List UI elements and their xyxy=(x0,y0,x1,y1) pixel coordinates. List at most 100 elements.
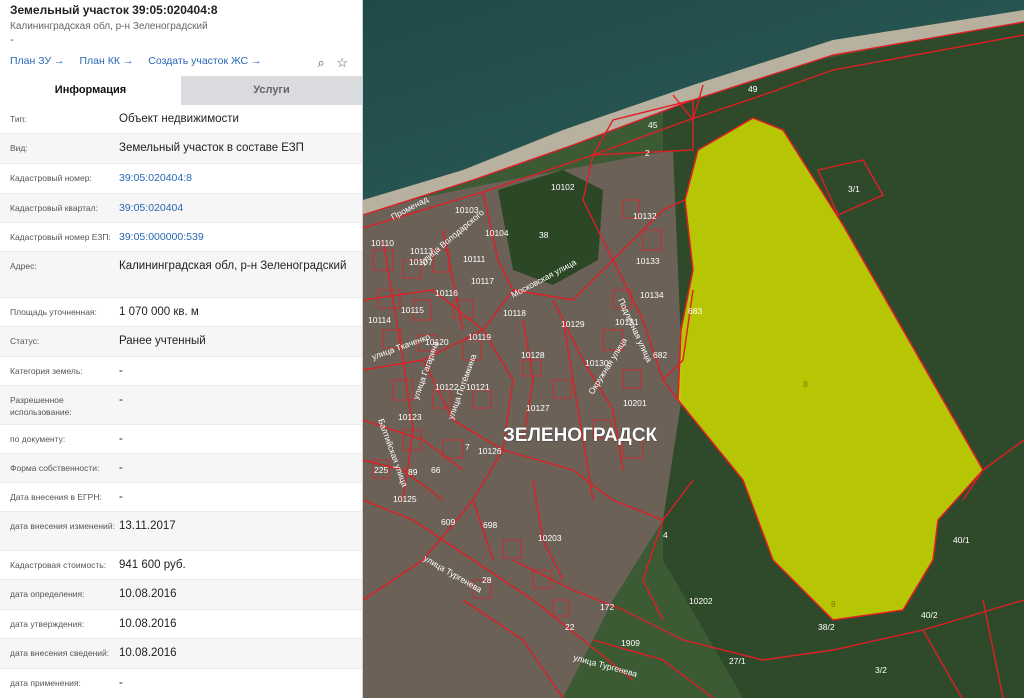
attribute-label: Кадастровая стоимость: xyxy=(10,560,107,570)
parcel-number-label: 89 xyxy=(408,467,418,477)
map-canvas[interactable]: 494523/188101021010310104 381013210133101… xyxy=(363,0,1024,698)
attribute-row: Статус: Ранее учтенный xyxy=(0,327,362,357)
parcel-number-label: 4 xyxy=(663,530,668,540)
attribute-value: - xyxy=(119,365,123,377)
attribute-value: Земельный участок в составе ЕЗП xyxy=(119,142,304,154)
attribute-value: 10.08.2016 xyxy=(119,618,177,630)
parcel-number-label: 172 xyxy=(600,602,614,612)
attribute-label: Форма собственности: xyxy=(10,463,100,473)
attribute-label: Адрес: xyxy=(10,261,37,271)
attribute-row: Вид: Земельный участок в составе ЕЗП xyxy=(0,134,362,164)
attribute-value: Калининградская обл, р-н Зеленоградский xyxy=(119,260,347,272)
attribute-value: 13.11.2017 xyxy=(119,520,176,532)
attribute-row: Адрес: Калининградская обл, р-н Зеленогра… xyxy=(0,252,362,298)
parcel-number-label: 10110 xyxy=(371,238,394,248)
attribute-value: 1 070 000 кв. м xyxy=(119,306,199,318)
parcel-number-label: 10104 xyxy=(485,228,509,238)
parcel-number-label: 698 xyxy=(483,520,497,530)
attribute-row: дата утверждения: 10.08.2016 xyxy=(0,610,362,639)
tab-services[interactable]: Услуги xyxy=(181,76,362,105)
parcel-number-label: 683 xyxy=(688,306,702,316)
parcel-number-label: 10129 xyxy=(561,319,585,329)
parcel-number-label: 1909 xyxy=(621,638,640,648)
tab-bar: Информация Услуги xyxy=(0,76,362,105)
parcel-number-label: 609 xyxy=(441,517,455,527)
attribute-label: Разрешенное использование: xyxy=(10,395,72,417)
parcel-number-label: 10118 xyxy=(503,308,526,318)
attribute-value: 10.08.2016 xyxy=(119,647,177,659)
plan-kk-link[interactable]: План КК → xyxy=(79,55,133,67)
attribute-value: 10.08.2016 xyxy=(119,588,177,600)
cadastral-map[interactable]: 49 45 2 3/1 8 8 10102 10103 10104 38 10132 10133 101… xyxy=(363,0,1024,698)
parcel-number-label: 10127 xyxy=(526,403,550,413)
attribute-label: дата внесения сведений: xyxy=(10,648,110,658)
parcel-number-label: 66 xyxy=(431,465,441,475)
parcel-number-label: 10117 xyxy=(471,276,494,286)
attribute-row: Площадь уточненная: 1 070 000 кв. м xyxy=(0,298,362,327)
parcel-number-label: 10128 xyxy=(521,350,545,360)
attribute-label: дата определения: xyxy=(10,589,85,599)
attribute-row: по документу: - xyxy=(0,425,362,454)
attribute-label: Вид: xyxy=(10,143,28,153)
parcel-number-label: 49 xyxy=(748,84,758,94)
create-parcel-link[interactable]: Создать участок ЖС → xyxy=(148,55,261,67)
parcel-number-label: 40/1 xyxy=(953,535,970,545)
parcel-number-label: 7 xyxy=(465,442,470,452)
attribute-row: Кадастровая стоимость: 941 600 руб. xyxy=(0,551,362,580)
parcel-number-label: 10119 xyxy=(468,332,491,342)
parcel-number-label: 10125 xyxy=(393,494,417,504)
parcel-number-label: 10134 xyxy=(640,290,664,300)
parcel-number-label: 10115 xyxy=(401,305,424,315)
document-search-icon[interactable]: ⌕ xyxy=(317,55,324,70)
parcel-number-label: 3/1 xyxy=(848,184,860,194)
attribute-row: дата внесения сведений: 10.08.2016 xyxy=(0,639,362,669)
attribute-row: дата внесения изменений: 13.11.2017 xyxy=(0,512,362,551)
attribute-row: Кадастровый номер: 39:05:020404:8 xyxy=(0,164,362,194)
parcel-number-label: 10126 xyxy=(478,446,502,456)
plan-links: План ЗУ → План КК → Создать участок ЖС → xyxy=(10,55,274,67)
parcel-number-label: 10121 xyxy=(466,382,490,392)
panel-tools: ⌕ ☆ xyxy=(309,55,348,71)
parcel-number-label: 3/2 xyxy=(875,665,887,675)
object-address: Калининградская обл, р-н Зеленоградский xyxy=(10,21,208,32)
attribute-label: Статус: xyxy=(10,336,40,346)
parcel-number-label: 10201 xyxy=(623,398,647,408)
panel-header: Земельный участок 39:05:020404:8 Калинин… xyxy=(0,0,362,46)
attribute-row: Тип: Объект недвижимости xyxy=(0,105,362,134)
attribute-row: дата применения: - xyxy=(0,669,362,698)
attribute-row: Кадастровый номер ЕЗП: 39:05:000000:539 xyxy=(0,223,362,252)
attribute-row: Форма собственности: - xyxy=(0,454,362,483)
attribute-label: Тип: xyxy=(10,114,27,124)
attribute-label: дата утверждения: xyxy=(10,619,85,629)
parcel-number-label: 27/1 xyxy=(729,656,746,666)
star-icon[interactable]: ☆ xyxy=(336,55,348,70)
attribute-value-link[interactable]: 39:05:020404 xyxy=(119,194,362,222)
attribute-row: Категория земель: - xyxy=(0,357,362,386)
parcel-number-label: 8 xyxy=(803,379,808,389)
attribute-label: Дата внесения в ЕГРН: xyxy=(10,492,102,502)
attribute-label: Площадь уточненная: xyxy=(10,307,97,317)
attribute-value-link[interactable]: 39:05:020404:8 xyxy=(119,164,362,193)
parcel-number-label: 10102 xyxy=(551,182,575,192)
parcel-number-label: 10203 xyxy=(538,533,562,543)
tab-information[interactable]: Информация xyxy=(0,76,181,105)
plan-zu-link[interactable]: План ЗУ → xyxy=(10,55,65,67)
attribute-value: - xyxy=(119,462,123,474)
parcel-number-label: 225 xyxy=(374,465,388,475)
attribute-row: Разрешенное использование: - xyxy=(0,386,362,425)
parcel-number-label: 38/2 xyxy=(818,622,835,632)
parcel-number-label: 10133 xyxy=(636,256,660,266)
attribute-value-link[interactable]: 39:05:000000:539 xyxy=(119,223,362,251)
parcel-number-label: 22 xyxy=(565,622,575,632)
attribute-row: дата определения: 10.08.2016 xyxy=(0,580,362,610)
attribute-value: - xyxy=(119,433,123,445)
object-note: - xyxy=(10,34,14,46)
attribute-table: Тип: Объект недвижимости Вид: Земельный уча… xyxy=(0,105,362,698)
attribute-label: Кадастровый номер ЕЗП: xyxy=(10,232,111,242)
parcel-number-label: 10123 xyxy=(398,412,422,422)
parcel-number-label: 40/2 xyxy=(921,610,938,620)
attribute-row: Дата внесения в ЕГРН: - xyxy=(0,483,362,512)
attribute-label: Кадастровый номер: xyxy=(10,173,92,183)
attribute-value: - xyxy=(119,394,123,406)
attribute-label: дата применения: xyxy=(10,678,81,688)
